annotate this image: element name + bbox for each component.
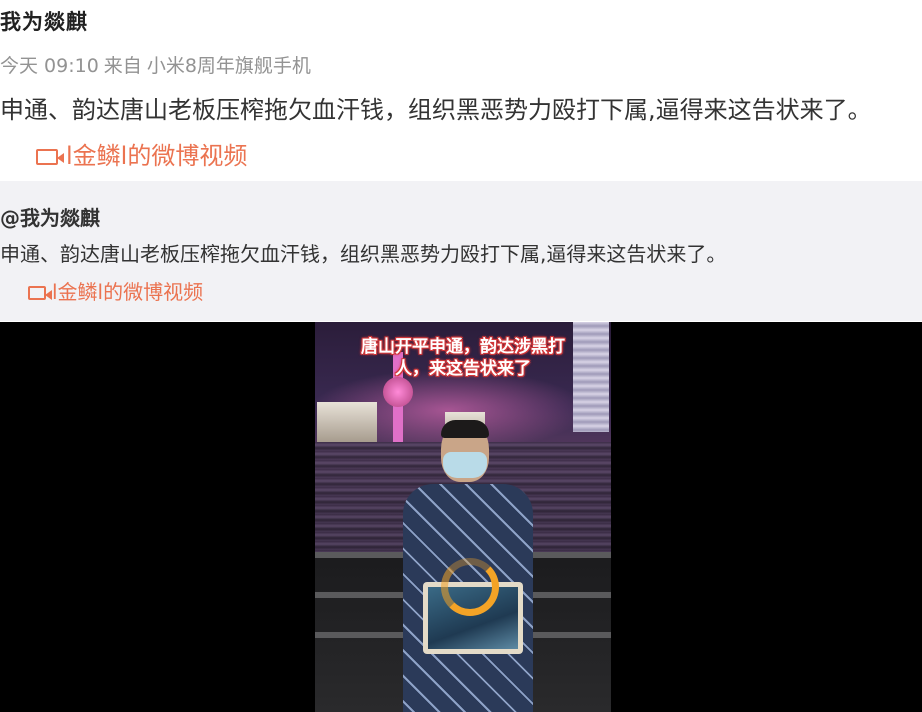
video-player[interactable]: 唐山开平申通，韵达涉黑打 人，来这告状来了 (0, 322, 922, 712)
post-author-name[interactable]: 我为燚麒 (0, 6, 88, 36)
repost-video-link-label[interactable]: l金鳞l的微博视频 (52, 280, 203, 304)
video-frame[interactable]: 唐山开平申通，韵达涉黑打 人，来这告状来了 (315, 322, 611, 712)
video-link-label[interactable]: l金鳞l的微博视频 (66, 142, 247, 170)
post-body: 申通、韵达唐山老板压榨拖欠血汗钱，组织黑恶势力殴打下属,逼得来这告状来了。 l金鳞… (0, 87, 915, 179)
video-camera-icon (36, 149, 64, 165)
post-time[interactable]: 今天 09:10 (0, 55, 99, 77)
video-caption: 唐山开平申通，韵达涉黑打 人，来这告状来了 (315, 336, 611, 380)
post-text: 申通、韵达唐山老板压榨拖欠血汗钱，组织黑恶势力殴打下属,逼得来这告状来了。 (0, 96, 872, 124)
post-meta: 今天 09:10 来自 小米8周年旗舰手机 (0, 51, 311, 78)
repost-body: 申通、韵达唐山老板压榨拖欠血汗钱，组织黑恶势力殴打下属,逼得来这告状来了。 l金鳞… (0, 235, 922, 311)
repost-box: @我为燚麒 申通、韵达唐山老板压榨拖欠血汗钱，组织黑恶势力殴打下属,逼得来这告状… (0, 181, 922, 321)
hair (441, 420, 489, 438)
repost-text: 申通、韵达唐山老板压榨拖欠血汗钱，组织黑恶势力殴打下属,逼得来这告状来了。 (0, 242, 727, 266)
video-camera-icon (28, 286, 52, 300)
repost-author-name[interactable]: @我为燚麒 (0, 202, 100, 231)
post-source-prefix: 来自 (103, 55, 142, 77)
face-mask (443, 452, 487, 478)
tv-tower-sphere (383, 377, 413, 407)
loading-spinner-icon (441, 558, 499, 616)
repost-video-link[interactable]: l金鳞l的微博视频 (28, 280, 203, 304)
post-source[interactable]: 小米8周年旗舰手机 (147, 55, 311, 77)
video-caption-line-2: 人，来这告状来了 (395, 359, 531, 379)
video-caption-line-1: 唐山开平申通，韵达涉黑打 (361, 337, 565, 357)
video-link[interactable]: l金鳞l的微博视频 (36, 142, 247, 170)
riverside-building (317, 402, 377, 442)
